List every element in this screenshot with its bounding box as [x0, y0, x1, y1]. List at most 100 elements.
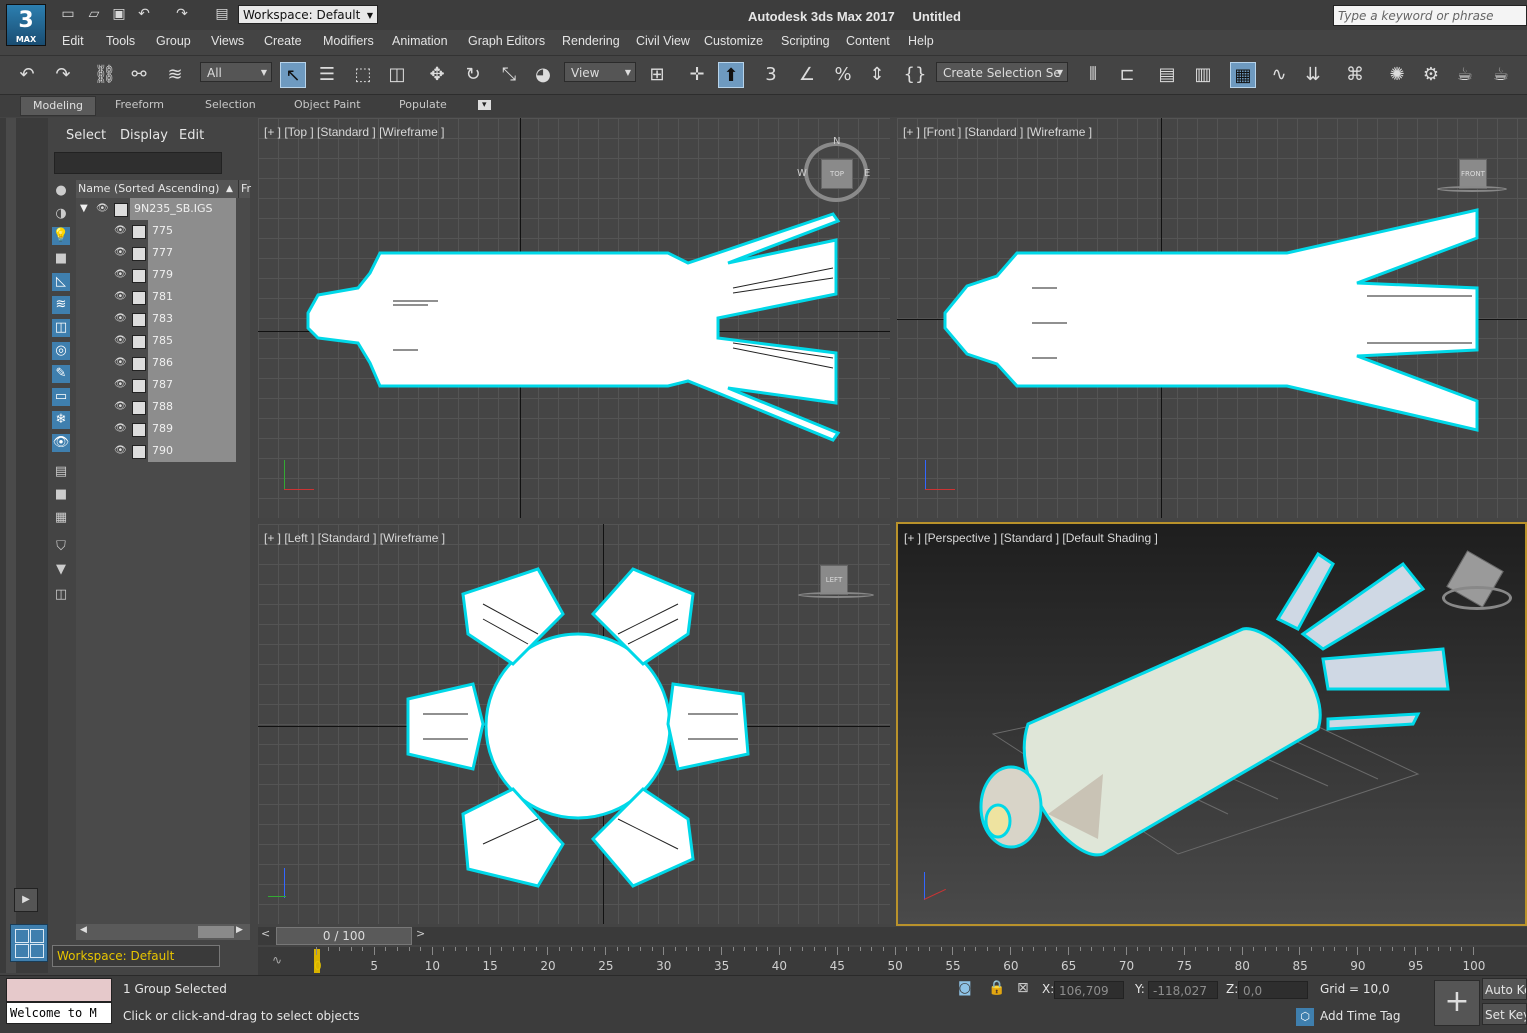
visibility-eye-icon[interactable]: 👁 [114, 220, 127, 242]
schematic-view-icon[interactable]: ⌘ [1342, 62, 1368, 88]
filter-lights-icon[interactable]: 💡 [52, 227, 70, 245]
menu-rendering[interactable]: Rendering [562, 34, 620, 48]
tree-row[interactable]: 👁 779 [76, 264, 250, 286]
tree-row[interactable]: 👁 781 [76, 286, 250, 308]
tree-row[interactable]: 👁 788 [76, 396, 250, 418]
visibility-eye-icon[interactable]: 👁 [114, 242, 127, 264]
tree-row[interactable]: 👁 789 [76, 418, 250, 440]
visibility-eye-icon[interactable]: 👁 [114, 286, 127, 308]
curve-editor-icon[interactable]: ∿ [1266, 62, 1292, 88]
explorer-tab-select[interactable]: Select [66, 128, 106, 143]
scroll-thumb[interactable] [198, 926, 234, 938]
filter-cameras-icon[interactable]: ■ [52, 250, 70, 268]
selection-filter-dropdown[interactable]: All ▼ [200, 62, 272, 82]
redo-icon[interactable]: ↷ [174, 7, 190, 21]
absolute-mode-icon[interactable]: ⊠ [1017, 980, 1029, 996]
percent-snap-icon[interactable]: % [830, 62, 856, 88]
filter-helpers-icon[interactable]: ◺ [52, 273, 70, 291]
display-all-icon[interactable]: ▤ [52, 463, 70, 481]
auto-key-button[interactable]: Auto Ke [1482, 978, 1527, 1000]
keyboard-shortcut-toggle-icon[interactable]: ⬆ [718, 62, 744, 88]
tab-modeling[interactable]: Modeling [20, 96, 97, 116]
filter-toggle-icon[interactable]: ▼ [52, 561, 70, 579]
collapse-arrow-icon[interactable]: ▼ [80, 198, 88, 220]
curve-editor-mini-icon[interactable]: ∿ [272, 953, 282, 967]
scroll-left-icon[interactable]: ◀ [80, 925, 87, 935]
filter-containers-icon[interactable]: ▭ [52, 388, 70, 406]
bind-space-warp-icon[interactable]: ≋ [162, 62, 188, 88]
named-selection-dropdown[interactable]: Create Selection Se ▼ [936, 62, 1068, 82]
y-coordinate-field[interactable]: -118,027 [1148, 981, 1218, 999]
scroll-right-icon[interactable]: ▶ [236, 925, 243, 935]
menu-help[interactable]: Help [908, 34, 934, 48]
time-slider[interactable]: < 0 / 100 > [258, 927, 1527, 945]
render-setup-icon[interactable]: ⚙ [1418, 62, 1444, 88]
display-none-icon[interactable]: ■ [52, 486, 70, 504]
rendered-frame-icon[interactable]: ☕ [1452, 62, 1478, 88]
visibility-eye-icon[interactable]: 👁 [96, 198, 109, 220]
visibility-eye-icon[interactable]: 👁 [114, 440, 127, 462]
menu-civil-view[interactable]: Civil View [636, 34, 690, 48]
visibility-eye-icon[interactable]: 👁 [114, 418, 127, 440]
workspace-dropdown[interactable]: Workspace: Default ▼ [238, 5, 378, 24]
viewcube-top[interactable]: TOP [821, 159, 853, 189]
viewport-left[interactable]: [+ ] [Left ] [Standard ] [Wireframe ] LE… [258, 524, 890, 924]
scale-icon[interactable]: ⤡ [496, 62, 522, 88]
rotate-icon[interactable]: ↻ [460, 62, 486, 88]
select-by-name-button[interactable]: ☰ [314, 62, 340, 88]
time-slider-thumb[interactable]: 0 / 100 [276, 927, 412, 945]
menu-content[interactable]: Content [846, 34, 890, 48]
redo-button[interactable]: ↷ [50, 62, 76, 88]
prev-frame-icon[interactable]: < [261, 927, 270, 940]
maxscript-output[interactable] [6, 978, 112, 1002]
angle-snap-icon[interactable]: ∠ [794, 62, 820, 88]
isolate-selection-icon[interactable]: ◙ [958, 980, 972, 996]
visibility-eye-icon[interactable]: 👁 [114, 330, 127, 352]
dope-sheet-icon[interactable]: ⇊ [1300, 62, 1326, 88]
tab-populate[interactable]: Populate [399, 98, 447, 111]
filter-geometry-icon[interactable]: ● [52, 182, 70, 200]
render-production-icon[interactable]: ☕ [1488, 62, 1514, 88]
mirror-icon[interactable]: ⫴ [1080, 62, 1106, 88]
menu-views[interactable]: Views [211, 34, 244, 48]
viewport-perspective[interactable]: [+ ] [Perspective ] [Standard ] [Default… [896, 522, 1527, 926]
tab-selection[interactable]: Selection [205, 98, 256, 111]
undo-button[interactable]: ↶ [14, 62, 40, 88]
window-crossing-icon[interactable]: ◫ [384, 62, 410, 88]
menu-animation[interactable]: Animation [392, 34, 448, 48]
tree-row[interactable]: 👁 790 [76, 440, 250, 462]
filter-xrefs-icon[interactable]: ◎ [52, 342, 70, 360]
add-time-tag[interactable]: Add Time Tag [1320, 1009, 1401, 1023]
save-icon[interactable]: ▣ [111, 7, 127, 21]
new-file-icon[interactable]: ▭ [60, 7, 76, 21]
tab-object-paint[interactable]: Object Paint [294, 98, 361, 111]
tree-row[interactable]: 👁 785 [76, 330, 250, 352]
explorer-tab-edit[interactable]: Edit [179, 128, 204, 143]
track-bar[interactable]: ∿ 0 5 10 15 20 25 30 35 40 45 50 55 60 65 70 75 80 85 90 95… [258, 947, 1527, 975]
set-key-button[interactable]: Set Key [1482, 1003, 1527, 1025]
reference-coordinate-dropdown[interactable]: View ▼ [564, 62, 636, 82]
rectangular-selection-icon[interactable]: ⬚ [350, 62, 376, 88]
align-icon[interactable]: ⊏ [1114, 62, 1140, 88]
explorer-tab-display[interactable]: Display [120, 128, 168, 143]
app-menu-button[interactable]: 3 MAX [6, 4, 46, 46]
play-expand-icon[interactable]: ▶ [14, 888, 38, 912]
tree-row[interactable]: 👁 787 [76, 374, 250, 396]
visibility-eye-icon[interactable]: 👁 [114, 374, 127, 396]
tab-freeform[interactable]: Freeform [115, 98, 164, 111]
select-object-button[interactable]: ↖ [280, 62, 306, 88]
edit-named-selection-icon[interactable]: {} [902, 62, 928, 88]
search-input[interactable]: Type a keyword or phrase [1333, 5, 1527, 26]
menu-customize[interactable]: Customize [704, 34, 763, 48]
filter-frozen-icon[interactable]: ❄ [52, 411, 70, 429]
selection-lock-icon[interactable]: 🔒 [988, 980, 1005, 996]
display-invert-icon[interactable]: ▦ [52, 509, 70, 527]
menu-graph-editors[interactable]: Graph Editors [468, 34, 545, 48]
menu-edit[interactable]: Edit [62, 34, 84, 48]
menu-modifiers[interactable]: Modifiers [323, 34, 374, 48]
menu-group[interactable]: Group [156, 34, 191, 48]
material-editor-icon[interactable]: ✺ [1384, 62, 1410, 88]
viewcube-front[interactable]: FRONT [1459, 159, 1487, 189]
visibility-eye-icon[interactable]: 👁 [114, 308, 127, 330]
tree-row[interactable]: 👁 786 [76, 352, 250, 374]
